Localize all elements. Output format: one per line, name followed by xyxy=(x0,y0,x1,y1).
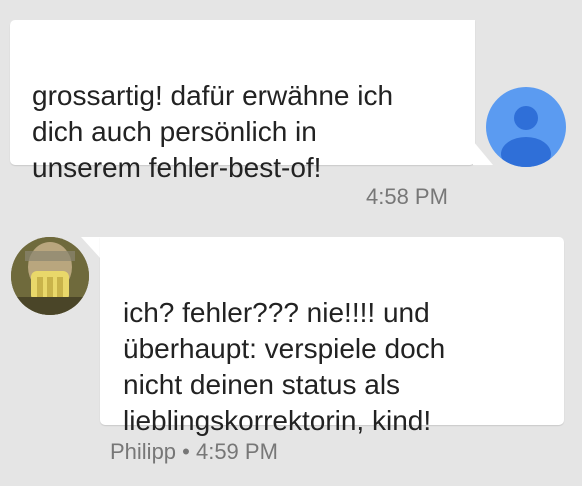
incoming-message-meta: Philipp • 4:59 PM xyxy=(110,439,278,464)
user-avatar[interactable] xyxy=(486,87,566,167)
incoming-bubble-tail xyxy=(81,237,101,259)
person-icon xyxy=(501,106,551,167)
incoming-message-bubble: ich? fehler??? nie!!!! und überhaupt: ve… xyxy=(100,237,564,436)
profile-photo-icon xyxy=(11,237,89,315)
incoming-message-text: ich? fehler??? nie!!!! und überhaupt: ve… xyxy=(123,297,446,436)
outgoing-message-bubble: grossartig! dafür erwähne ich dich auch … xyxy=(10,20,475,183)
outgoing-message-time: 4:58 PM xyxy=(366,184,448,209)
outgoing-message-text: grossartig! dafür erwähne ich dich auch … xyxy=(32,80,394,183)
contact-avatar[interactable] xyxy=(11,237,89,315)
